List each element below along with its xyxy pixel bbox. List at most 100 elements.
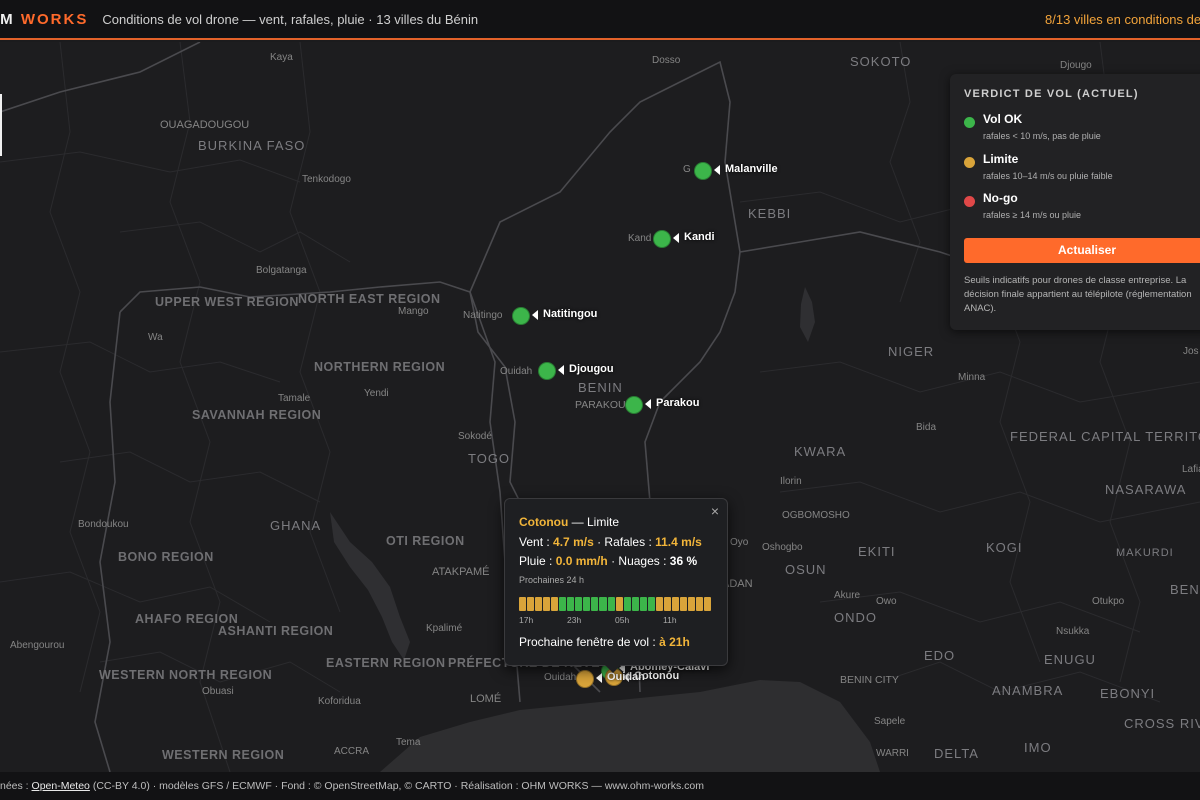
map-town-otukpo: Otukpo <box>1092 596 1125 607</box>
map-label-imo: IMO <box>1024 740 1052 755</box>
map-label-benin-city: BENIN CITY <box>840 674 899 686</box>
map-label-anambra: ANAMBRA <box>992 683 1064 698</box>
map-town-nsukka: Nsukka <box>1056 626 1090 637</box>
marker-parakou[interactable] <box>625 396 643 414</box>
map-label-eastern: EASTERN REGION <box>326 656 446 670</box>
map-label-kebbi: KEBBI <box>748 206 792 221</box>
map-label-togo: TOGO <box>468 451 511 466</box>
rain-label: Pluie <box>519 554 546 568</box>
hour-cell <box>559 597 567 611</box>
map-town-owo: Owo <box>876 596 897 607</box>
window-value: à 21h <box>659 635 690 649</box>
map-label-nasarawa: NASARAWA <box>1105 482 1187 497</box>
map-town-minna: Minna <box>958 372 986 383</box>
map-town-warri: WARRI <box>876 748 909 759</box>
open-meteo-link[interactable]: Open-Meteo <box>32 780 90 792</box>
popup-wind-row: Vent : 4.7 m/s · Rafales : 11.4 m/s <box>519 535 702 549</box>
status-summary: 8/13 villes en conditions de <box>1045 12 1200 27</box>
map-label-cross-river: CROSS RIVE <box>1124 716 1200 731</box>
popup-title: Cotonou — Limite <box>519 515 619 529</box>
map-town-ilorin: Ilorin <box>780 476 802 487</box>
map-label-upper-west: UPPER WEST REGION <box>155 295 299 309</box>
map-town-accra: ACCRA <box>334 746 370 757</box>
hour-cell <box>599 597 607 611</box>
hour-cell <box>551 597 559 611</box>
hour-cell <box>687 597 696 611</box>
map-label-ghana: GHANA <box>270 518 322 533</box>
map-label-western-north: WESTERN NORTH REGION <box>99 668 272 683</box>
map-label-ondo: ONDO <box>834 610 877 625</box>
map-town-djougo: Ouidah <box>500 366 533 377</box>
close-icon[interactable]: × <box>711 503 719 519</box>
map-town-g: G <box>683 164 691 175</box>
map-label-northern: NORTHERN REGION <box>314 360 446 374</box>
hour-cell <box>704 597 712 611</box>
hour-cell <box>591 597 599 611</box>
marker-kandi[interactable] <box>653 230 671 248</box>
zoom-control[interactable] <box>0 94 2 156</box>
hour-cell <box>655 597 663 611</box>
map-town-koforidua: Koforidua <box>318 696 361 707</box>
hour-cell <box>647 597 655 611</box>
brand-prefix: IM <box>0 10 15 28</box>
popup-city: Cotonou <box>519 515 569 529</box>
map-town-ouagadougou: OUAGADOUGOU <box>160 119 250 131</box>
map-town-kpalime: Kpalimé <box>426 623 463 634</box>
marker-label-natitingou[interactable]: Natitingou <box>531 308 597 320</box>
map-town-bondoukou: Bondoukou <box>78 519 129 530</box>
legend-desc-limit: rafales 10–14 m/s ou pluie faible <box>983 171 1113 181</box>
map-town-sokode: Sokodé <box>458 431 492 442</box>
hourly-ticks: 17h 23h 05h 11h <box>519 615 711 625</box>
popup-title-sep: — <box>568 515 587 529</box>
map-town-yendi: Yendi <box>364 388 389 399</box>
hour-cell <box>527 597 535 611</box>
hour-cell <box>575 597 583 611</box>
map-town-mango: Mango <box>398 306 429 317</box>
tick-label: 17h <box>519 615 534 625</box>
map-label-savannah: SAVANNAH REGION <box>192 408 322 422</box>
hour-cell <box>543 597 551 611</box>
map-town-lome: LOMÉ <box>470 693 502 705</box>
refresh-button[interactable]: Actualiser <box>964 238 1200 263</box>
marker-label-parakou[interactable]: Parakou <box>644 397 699 409</box>
map-label-bono: BONO REGION <box>118 550 214 564</box>
map-label-enugu: ENUGU <box>1044 652 1096 667</box>
map-label-ashanti: ASHANTI REGION <box>218 624 334 638</box>
map-town-bida: Bida <box>916 422 937 433</box>
marker-label-malanville[interactable]: Malanville <box>714 163 778 175</box>
hour-cell <box>519 597 527 611</box>
hour-cell <box>535 597 543 611</box>
marker-malanville[interactable] <box>694 162 712 180</box>
gust-label: Rafales <box>604 535 646 549</box>
map-town-tema: Tema <box>396 737 421 748</box>
cloud-value: 36 % <box>669 554 698 568</box>
marker-label-kandi[interactable]: Kandi <box>673 231 715 243</box>
marker-djougou[interactable] <box>538 362 556 380</box>
marker-natitingou[interactable] <box>512 307 530 325</box>
page-subtitle: Conditions de vol drone — vent, rafales,… <box>102 11 479 27</box>
hour-cell <box>623 597 631 611</box>
map-label-kogi: KOGI <box>986 540 1023 555</box>
map-town-ogbomosho: OGBOMOSHO <box>782 510 850 521</box>
map-label-north-east: NORTH EAST REGION <box>298 292 441 306</box>
marker-ouidah[interactable] <box>576 670 594 688</box>
map-town-sapele: Sapele <box>874 716 906 727</box>
marker-label-djougou[interactable]: Djougou <box>558 363 614 375</box>
map-town-obuasi: Obuasi <box>202 686 234 697</box>
map-label-osun: OSUN <box>785 562 827 577</box>
hour-cell <box>583 597 591 611</box>
popup-verdict: Limite <box>586 515 619 529</box>
hour-cell <box>671 597 679 611</box>
status-dot-ok-icon <box>964 117 975 128</box>
legend-label-nogo: No-go <box>983 191 1018 205</box>
popup-window-row: Prochaine fenêtre de vol : à 21h <box>519 635 690 649</box>
window-label: Prochaine fenêtre de vol : <box>519 635 656 649</box>
hour-cell <box>696 597 704 611</box>
map-label-kwara: KWARA <box>794 444 847 459</box>
gust-value: 11.4 m/s <box>655 535 702 549</box>
map-town-abengourou: Abengourou <box>10 640 65 651</box>
map-town-parakou: PARAKOU <box>575 399 626 411</box>
legend-label-ok: Vol OK <box>983 112 1023 126</box>
brand-logo[interactable]: IM WORKS <box>0 11 88 28</box>
map-label-makurdi: MAKURDI <box>1116 547 1174 559</box>
